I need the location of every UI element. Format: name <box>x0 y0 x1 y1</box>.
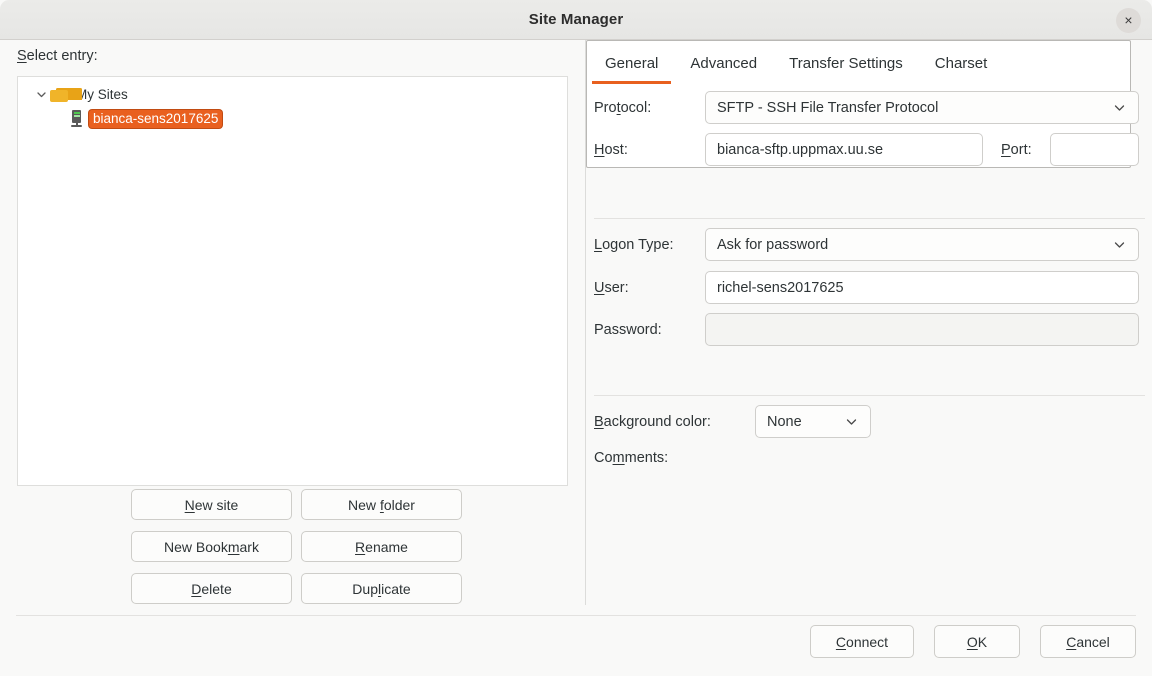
label-text: ogon Type: <box>602 237 674 253</box>
btn-text: New <box>348 496 380 513</box>
btn-accel: N <box>184 496 195 513</box>
label-text: ost: <box>604 142 628 158</box>
btn-text: ark <box>239 538 259 555</box>
label-accel: P <box>1001 142 1011 158</box>
server-icon <box>70 110 83 127</box>
label-accel: m <box>612 450 625 466</box>
user-label: User: <box>594 280 629 296</box>
site-manager-dialog: Site Manager × Select entry: My Sites bi… <box>0 0 1152 676</box>
duplicate-button[interactable]: Duplicate <box>301 573 462 604</box>
protocol-value: SFTP - SSH File Transfer Protocol <box>717 99 939 116</box>
label-text: ments: <box>624 450 669 466</box>
btn-accel: C <box>835 633 847 650</box>
dialog-footer: Connect OK Cancel <box>0 616 1152 676</box>
chevron-down-icon <box>1108 238 1130 251</box>
left-panel: Select entry: My Sites bianca-sens201762… <box>0 40 584 615</box>
btn-accel: C <box>1066 633 1077 650</box>
tree-item-label: bianca-sens2017625 <box>89 109 223 128</box>
label-accel: H <box>594 142 605 158</box>
btn-accel: m <box>227 538 240 555</box>
page-title: Site Manager <box>528 11 624 28</box>
site-tree[interactable]: My Sites bianca-sens2017625 <box>17 76 568 486</box>
chevron-down-icon[interactable] <box>32 86 50 104</box>
folder-icon <box>50 87 82 102</box>
label-accel: U <box>594 280 605 296</box>
btn-text: ew site <box>194 496 239 513</box>
background-color-select[interactable]: None <box>755 405 871 438</box>
delete-button[interactable]: Delete <box>131 573 292 604</box>
tab-general[interactable]: General <box>592 55 672 84</box>
logon-type-label: Logon Type: <box>594 237 674 253</box>
password-label: Password: <box>594 322 662 338</box>
user-input[interactable]: richel-sens2017625 <box>705 271 1139 304</box>
label-text: ser: <box>604 280 629 296</box>
host-value: bianca-sftp.uppmax.uu.se <box>717 141 884 158</box>
port-label: Port: <box>1001 142 1032 158</box>
tab-transfer-settings[interactable]: Transfer Settings <box>776 55 916 84</box>
btn-text: New Book <box>164 538 228 555</box>
divider <box>594 218 1145 219</box>
new-bookmark-button[interactable]: New Bookmark <box>131 531 292 562</box>
comments-label: Comments: <box>594 450 668 466</box>
background-color-label: Background color: <box>594 414 711 430</box>
label-text: ocol: <box>620 100 652 116</box>
label-text: Pro <box>594 100 617 116</box>
btn-text: onnect <box>846 633 889 650</box>
label-accel: B <box>594 414 604 430</box>
btn-text: elete <box>201 580 232 597</box>
tab-advanced[interactable]: Advanced <box>677 55 770 84</box>
cancel-button[interactable]: Cancel <box>1040 625 1136 658</box>
rename-button[interactable]: Rename <box>301 531 462 562</box>
logon-type-value: Ask for password <box>717 236 829 253</box>
password-input[interactable] <box>705 313 1139 346</box>
divider <box>594 395 1145 396</box>
host-input[interactable]: bianca-sftp.uppmax.uu.se <box>705 133 983 166</box>
tree-item-label: My Sites <box>76 87 128 102</box>
btn-text: K <box>977 633 988 650</box>
port-input[interactable] <box>1050 133 1139 166</box>
background-color-value: None <box>767 413 802 430</box>
user-value: richel-sens2017625 <box>717 279 844 296</box>
btn-text: icate <box>381 580 411 597</box>
tree-action-buttons: New site New folder New Bookmark Rename … <box>131 489 463 615</box>
ok-button[interactable]: OK <box>934 625 1020 658</box>
select-entry-accel: S <box>17 48 27 64</box>
titlebar: Site Manager × <box>0 0 1152 40</box>
btn-accel: D <box>191 580 202 597</box>
chevron-down-icon <box>840 415 862 428</box>
tree-item-bianca-sens2017625[interactable]: bianca-sens2017625 <box>18 107 567 130</box>
label-text: ort: <box>1010 142 1032 158</box>
btn-text: Dup <box>352 580 378 597</box>
close-icon[interactable]: × <box>1116 8 1141 33</box>
protocol-select[interactable]: SFTP - SSH File Transfer Protocol <box>705 91 1139 124</box>
btn-text: ename <box>365 538 408 555</box>
tab-bar: General Advanced Transfer Settings Chars… <box>586 46 1152 84</box>
tab-charset[interactable]: Charset <box>922 55 1001 84</box>
logon-type-select[interactable]: Ask for password <box>705 228 1139 261</box>
select-entry-label: Select entry: <box>17 48 98 64</box>
label-text: ackground color: <box>603 414 711 430</box>
btn-text: ancel <box>1076 633 1110 650</box>
tree-item-my-sites[interactable]: My Sites <box>18 83 567 106</box>
label-text: Co <box>594 450 613 466</box>
label-accel: L <box>594 237 603 253</box>
chevron-down-icon <box>1108 101 1130 114</box>
new-site-button[interactable]: New site <box>131 489 292 520</box>
new-folder-button[interactable]: New folder <box>301 489 462 520</box>
btn-accel: O <box>966 633 978 650</box>
host-label: Host: <box>594 142 628 158</box>
btn-accel: R <box>355 538 366 555</box>
select-entry-text: elect entry: <box>26 48 98 64</box>
connect-button[interactable]: Connect <box>810 625 914 658</box>
right-panel: General Advanced Transfer Settings Chars… <box>585 40 1152 605</box>
protocol-label: Protocol: <box>594 100 651 116</box>
btn-text: older <box>383 496 415 513</box>
